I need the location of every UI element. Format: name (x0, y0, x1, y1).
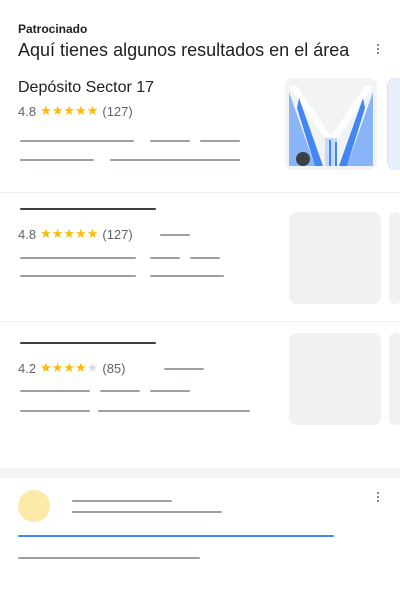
photo-image (285, 78, 377, 170)
star-icon: ★★★★★ (40, 226, 99, 241)
text-placeholder (160, 234, 190, 236)
next-photo-preview[interactable] (387, 78, 400, 170)
rating-value: 4.8 (18, 226, 37, 242)
rating-row: 4.2 ★★★★★ (85) (18, 360, 131, 376)
star-empty-icon: ★ (86, 360, 99, 375)
text-placeholder (20, 390, 90, 392)
business-photo[interactable] (289, 212, 381, 304)
sponsored-label: Patrocinado (18, 22, 88, 36)
results-heading: Aquí tienes algunos resultados en el áre… (18, 40, 350, 60)
text-placeholder (150, 257, 180, 259)
text-placeholder (20, 257, 136, 259)
review-count: (85) (102, 360, 126, 376)
business-name[interactable]: Depósito Sector 17 (18, 79, 154, 97)
more-vert-icon[interactable] (376, 44, 380, 56)
text-placeholder (18, 557, 200, 559)
text-placeholder (20, 410, 90, 412)
more-vert-icon[interactable] (376, 492, 380, 504)
result-card-3[interactable]: 4.2 ★★★★★ (85) (0, 322, 400, 450)
business-photo[interactable] (289, 333, 381, 425)
text-placeholder (20, 159, 94, 161)
text-placeholder (200, 140, 240, 142)
business-photo[interactable] (285, 78, 377, 170)
text-placeholder (98, 410, 250, 412)
text-placeholder (150, 140, 190, 142)
result-card-2[interactable]: 4.8 ★★★★★ (127) (0, 193, 400, 321)
link-placeholder[interactable] (18, 535, 334, 537)
next-photo-preview[interactable] (389, 212, 400, 304)
text-placeholder (72, 511, 222, 513)
text-placeholder (164, 368, 204, 370)
text-placeholder (150, 390, 190, 392)
next-result-card[interactable] (0, 478, 400, 600)
text-placeholder (100, 390, 140, 392)
review-count: (127) (102, 226, 133, 242)
section-divider (0, 468, 400, 478)
avatar (18, 490, 50, 522)
text-placeholder (20, 140, 134, 142)
text-placeholder (190, 257, 220, 259)
text-placeholder (72, 500, 172, 502)
business-name-placeholder (20, 342, 156, 344)
rating-value: 4.2 (18, 360, 37, 376)
business-name-placeholder (20, 208, 156, 210)
rating-value: 4.8 (18, 103, 37, 119)
text-placeholder (150, 275, 224, 277)
review-count: (127) (102, 103, 133, 119)
star-icon: ★★★★★ (40, 103, 99, 118)
text-placeholder (20, 275, 136, 277)
rating-row: 4.8 ★★★★★ (127) (18, 103, 139, 119)
next-photo-preview[interactable] (389, 333, 400, 425)
star-icon: ★★★★★ (40, 360, 99, 375)
rating-row: 4.8 ★★★★★ (127) (18, 226, 139, 242)
result-card-1[interactable]: Depósito Sector 17 4.8 ★★★★★ (127) (0, 72, 400, 192)
text-placeholder (110, 159, 240, 161)
